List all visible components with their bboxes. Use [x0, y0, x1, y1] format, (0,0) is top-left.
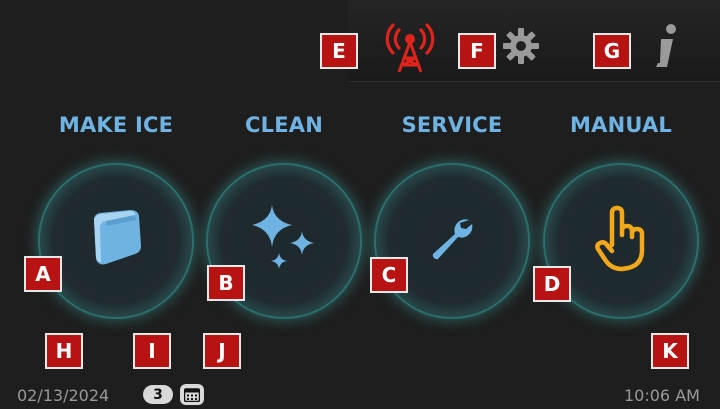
- callout-e: E: [320, 33, 358, 69]
- make-ice-button[interactable]: [40, 165, 192, 317]
- callout-i: I: [133, 333, 171, 369]
- callout-c: C: [370, 257, 408, 293]
- manual-label: MANUAL: [570, 113, 672, 137]
- gear-icon[interactable]: [502, 27, 540, 65]
- callout-g: G: [593, 33, 631, 69]
- info-icon[interactable]: [648, 22, 684, 70]
- callout-h: H: [45, 333, 83, 369]
- callout-a: A: [24, 256, 62, 292]
- make-ice-label: MAKE ICE: [58, 113, 174, 137]
- callout-f: F: [458, 33, 496, 69]
- callout-b: B: [207, 265, 245, 301]
- callout-k: K: [651, 333, 689, 369]
- hand-pointer-icon: [592, 205, 650, 277]
- calendar-icon[interactable]: [180, 384, 204, 405]
- date-display: 02/13/2024: [17, 386, 110, 405]
- service-button[interactable]: [376, 165, 528, 317]
- service-label: SERVICE: [401, 113, 503, 137]
- clean-label: CLEAN: [245, 113, 323, 137]
- sparkle-icon: [248, 203, 320, 279]
- notification-badge[interactable]: 3: [143, 385, 173, 404]
- callout-j: J: [203, 333, 241, 369]
- wrench-icon: [427, 214, 477, 268]
- time-display: 10:06 AM: [624, 386, 700, 405]
- signal-tower-icon[interactable]: [384, 22, 436, 74]
- ice-cube-icon: [86, 208, 146, 274]
- callout-d: D: [533, 266, 571, 302]
